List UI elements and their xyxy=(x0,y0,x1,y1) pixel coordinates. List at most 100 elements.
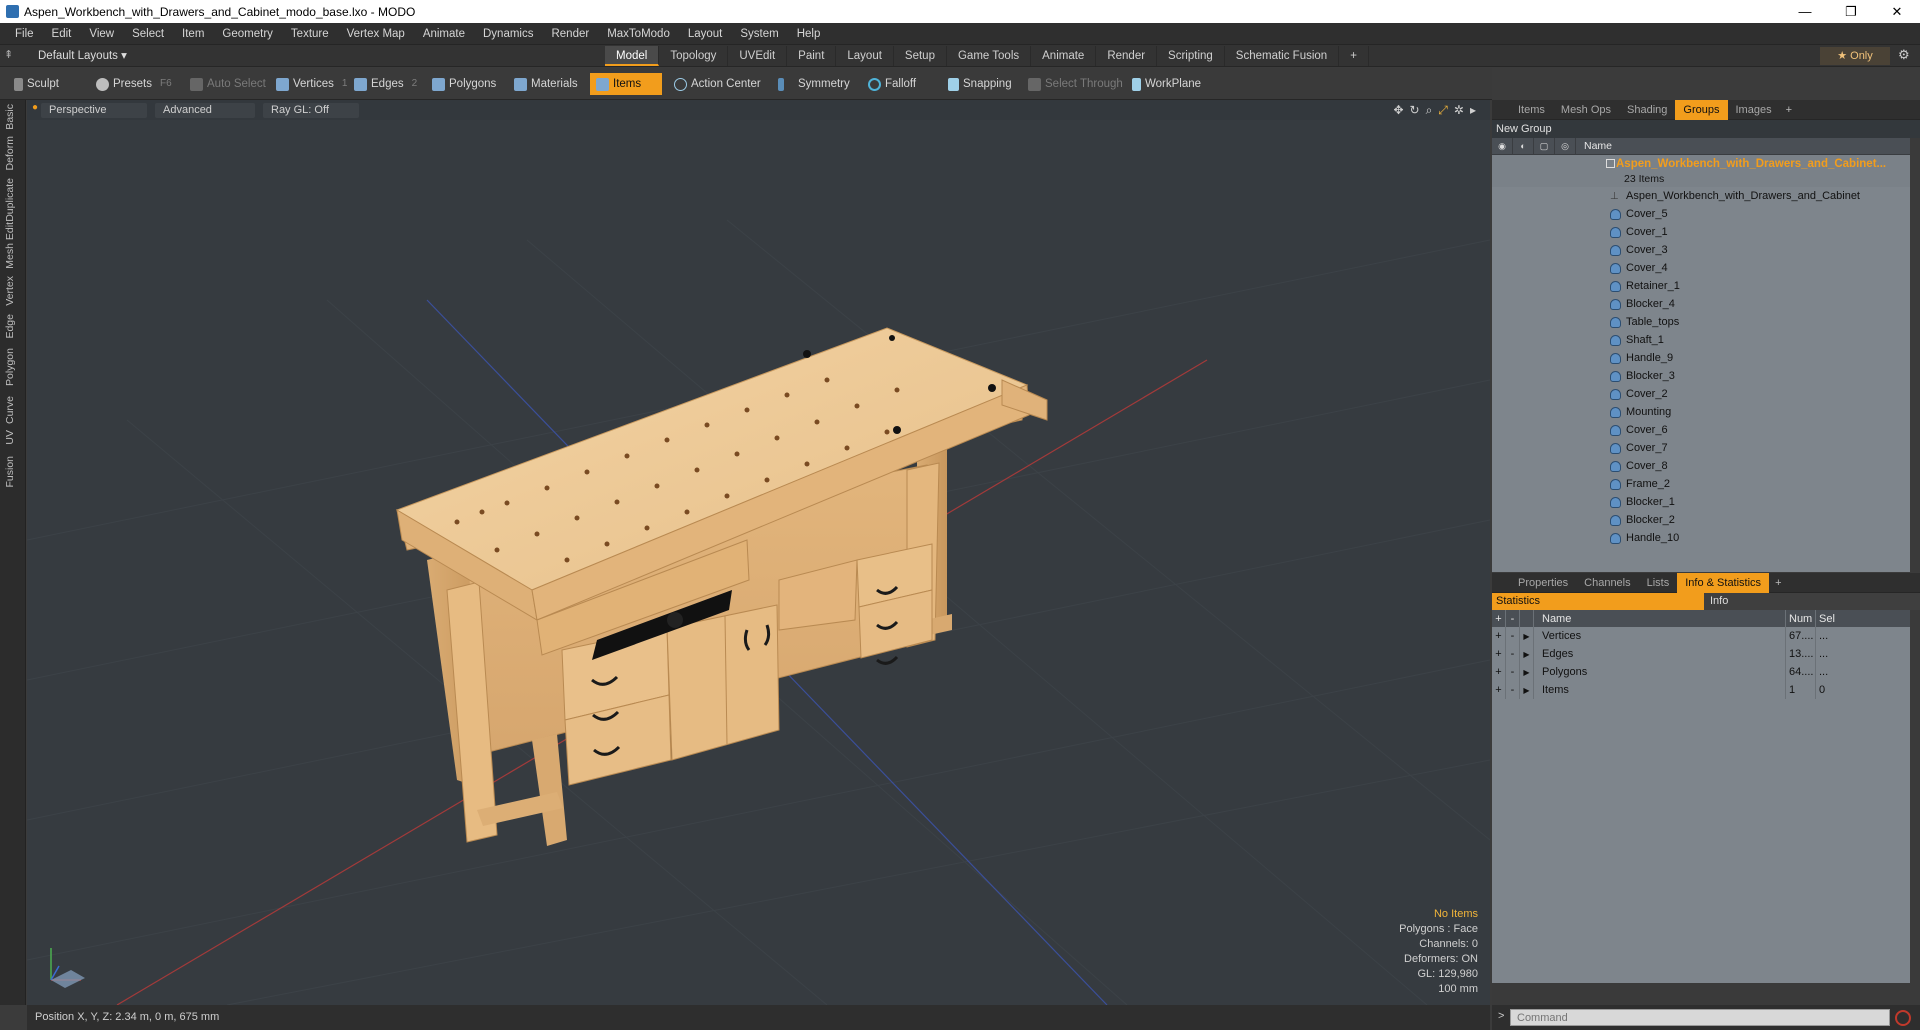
viewport-settings-icon[interactable]: ✲ xyxy=(1454,103,1464,118)
left-tab-deform[interactable]: Deform xyxy=(4,136,22,170)
polygons-button[interactable]: Polygons xyxy=(426,73,502,95)
select-icon[interactable]: ◎ xyxy=(1555,137,1576,155)
panel-tab-items[interactable]: Items xyxy=(1510,100,1553,120)
record-macro-icon[interactable] xyxy=(1895,1010,1911,1026)
list-item[interactable]: Table_tops xyxy=(1492,313,1920,331)
left-tab-duplicate[interactable]: Duplicate xyxy=(4,178,22,222)
edges-button[interactable]: Edges 2 xyxy=(348,73,423,95)
tab-add[interactable]: + xyxy=(1339,46,1369,66)
tab-scripting[interactable]: Scripting xyxy=(1157,46,1225,66)
collapse-row-icon[interactable]: - xyxy=(1506,663,1520,681)
menu-item-maxtomodo[interactable]: MaxToModo xyxy=(598,28,679,40)
materials-button[interactable]: Materials xyxy=(508,73,584,95)
list-item[interactable]: Handle_9 xyxy=(1492,349,1920,367)
visibility-eye-icon[interactable]: ◉ xyxy=(1492,137,1513,155)
expand-row-icon[interactable]: + xyxy=(1492,645,1506,663)
sculpt-button[interactable]: Sculpt xyxy=(8,73,65,95)
groups-scrollbar[interactable] xyxy=(1910,138,1920,572)
tab-animate[interactable]: Animate xyxy=(1031,46,1097,66)
list-item[interactable]: Shaft_1 xyxy=(1492,331,1920,349)
tab-schematic-fusion[interactable]: Schematic Fusion xyxy=(1225,46,1340,66)
disclosure-triangle-icon[interactable]: ▶ xyxy=(1520,681,1534,699)
menu-item-help[interactable]: Help xyxy=(788,28,830,40)
expand-all-icon[interactable]: + xyxy=(1492,610,1506,627)
tab-render[interactable]: Render xyxy=(1096,46,1158,66)
command-input[interactable] xyxy=(1510,1009,1890,1026)
panel-tab-lists[interactable]: Lists xyxy=(1639,573,1678,593)
rotate-view-icon[interactable]: ↻ xyxy=(1410,103,1420,118)
menu-item-item[interactable]: Item xyxy=(173,28,213,40)
menu-item-geometry[interactable]: Geometry xyxy=(213,28,282,40)
panel-tab-channels[interactable]: Channels xyxy=(1576,573,1638,593)
fit-view-icon[interactable]: ⤢ xyxy=(1438,103,1448,118)
info-tab[interactable]: Info xyxy=(1704,593,1920,610)
list-item[interactable]: Blocker_1 xyxy=(1492,493,1920,511)
list-item[interactable]: Cover_7 xyxy=(1492,439,1920,457)
add-tab-button[interactable]: + xyxy=(1780,104,1798,116)
tab-model[interactable]: Model xyxy=(605,46,660,66)
close-button[interactable]: ✕ xyxy=(1874,0,1920,23)
menu-item-file[interactable]: File xyxy=(6,28,43,40)
list-item[interactable]: Cover_2 xyxy=(1492,385,1920,403)
list-item[interactable]: Handle_10 xyxy=(1492,529,1920,547)
group-row[interactable]: Aspen_Workbench_with_Drawers_and_Cabinet… xyxy=(1492,155,1920,187)
layout-dropdown[interactable]: Default Layouts ▾ xyxy=(38,48,127,62)
collapse-row-icon[interactable]: - xyxy=(1506,645,1520,663)
menu-item-edit[interactable]: Edit xyxy=(43,28,81,40)
zoom-view-icon[interactable]: ⌕ xyxy=(1426,103,1433,118)
expand-row-icon[interactable]: + xyxy=(1492,663,1506,681)
select-through-button[interactable]: Select Through xyxy=(1022,73,1129,95)
menu-item-render[interactable]: Render xyxy=(542,28,598,40)
list-item[interactable]: Cover_6 xyxy=(1492,421,1920,439)
panel-tab-groups[interactable]: Groups xyxy=(1675,99,1728,120)
expand-row-icon[interactable]: + xyxy=(1492,681,1506,699)
gear-icon[interactable]: ⚙ xyxy=(1898,47,1910,63)
advanced-dropdown[interactable]: Advanced xyxy=(155,103,255,118)
left-tab-edge[interactable]: Edge xyxy=(4,314,22,339)
vertices-button[interactable]: Vertices 1 xyxy=(270,73,353,95)
tab-game-tools[interactable]: Game Tools xyxy=(947,46,1032,66)
list-item[interactable]: Cover_3 xyxy=(1492,241,1920,259)
tab-paint[interactable]: Paint xyxy=(787,46,837,66)
expand-row-icon[interactable]: + xyxy=(1492,627,1506,645)
list-item[interactable]: Blocker_4 xyxy=(1492,295,1920,313)
statistics-scrollbar[interactable] xyxy=(1910,610,1920,983)
tab-topology[interactable]: Topology xyxy=(659,46,729,66)
panel-tab-info-statistics[interactable]: Info & Statistics xyxy=(1677,572,1770,593)
menu-item-vertex-map[interactable]: Vertex Map xyxy=(338,28,414,40)
statistics-tab[interactable]: Statistics xyxy=(1492,593,1704,610)
list-item[interactable]: Retainer_1 xyxy=(1492,277,1920,295)
menu-item-select[interactable]: Select xyxy=(123,28,173,40)
list-item[interactable]: Cover_1 xyxy=(1492,223,1920,241)
new-group-button[interactable]: New Group xyxy=(1492,120,1920,138)
perspective-dropdown[interactable]: Perspective xyxy=(41,103,147,118)
action-center-button[interactable]: Action Center xyxy=(668,73,767,95)
presets-button[interactable]: Presets F6 xyxy=(90,73,178,95)
move-view-icon[interactable]: ✥ xyxy=(1393,103,1403,118)
menu-item-dynamics[interactable]: Dynamics xyxy=(474,28,542,40)
maximize-button[interactable]: ❐ xyxy=(1828,0,1874,23)
list-item[interactable]: Cover_8 xyxy=(1492,457,1920,475)
menu-item-view[interactable]: View xyxy=(80,28,123,40)
menu-item-texture[interactable]: Texture xyxy=(282,28,338,40)
viewport-expand-icon[interactable]: ▸ xyxy=(1470,103,1476,118)
minimize-button[interactable]: — xyxy=(1782,0,1828,23)
table-row[interactable]: + - ▶ Edges 13....... xyxy=(1492,645,1920,663)
menu-item-animate[interactable]: Animate xyxy=(414,28,474,40)
tab-uvedit[interactable]: UVEdit xyxy=(728,46,788,66)
3d-viewport[interactable]: ● Perspective Advanced Ray GL: Off ✥ ↻ ⌕… xyxy=(27,100,1490,1005)
list-item[interactable]: Frame_2 xyxy=(1492,475,1920,493)
snapping-button[interactable]: Snapping xyxy=(942,73,1018,95)
layout-collapse-icon[interactable]: ⇞ xyxy=(4,48,13,61)
list-item[interactable]: Blocker_2 xyxy=(1492,511,1920,529)
lock-icon[interactable]: ▢ xyxy=(1534,137,1555,155)
symmetry-button[interactable]: Symmetry xyxy=(772,73,856,95)
render-icon[interactable]: ◐ xyxy=(1513,137,1534,155)
left-tab-polygon[interactable]: Polygon xyxy=(4,348,22,386)
left-tab-fusion[interactable]: Fusion xyxy=(4,456,22,488)
panel-tab-mesh-ops[interactable]: Mesh Ops xyxy=(1553,100,1619,120)
table-row[interactable]: + - ▶ Vertices 67....... xyxy=(1492,627,1920,645)
workbench-model[interactable] xyxy=(395,327,1048,846)
left-tab-basic[interactable]: Basic xyxy=(4,104,22,130)
left-tab-mesh-edit[interactable]: Mesh Edit xyxy=(4,222,22,269)
